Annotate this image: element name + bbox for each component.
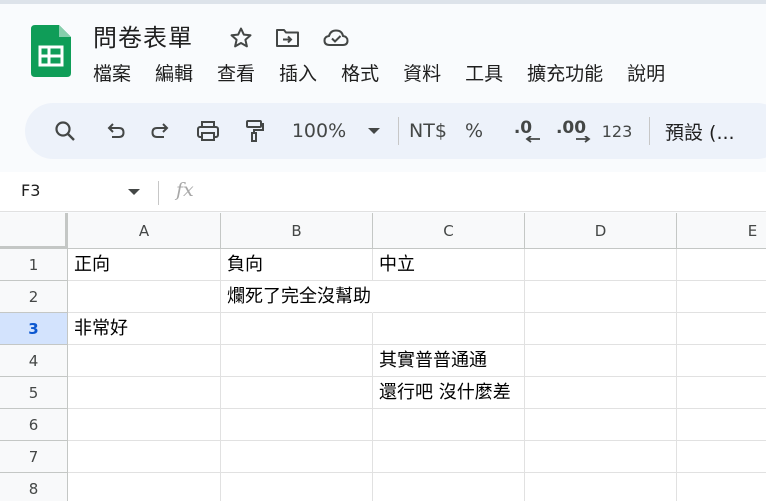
menu-format[interactable]: 格式 [341, 60, 379, 88]
zoom-select[interactable]: 100% [287, 103, 351, 159]
cell-a4[interactable] [68, 345, 221, 377]
cell-c2[interactable] [373, 281, 525, 313]
cell-a8[interactable] [68, 473, 221, 501]
cell-c7[interactable] [373, 441, 525, 473]
column-header-a[interactable]: A [68, 213, 221, 249]
menu-edit[interactable]: 編輯 [155, 60, 193, 88]
redo-icon[interactable] [145, 103, 177, 159]
row-header-5[interactable]: 5 [0, 377, 68, 409]
cell-e2[interactable] [677, 281, 766, 313]
arrow-left-icon [525, 136, 540, 143]
row-header-3[interactable]: 3 [0, 313, 68, 345]
cell-d1[interactable] [525, 249, 677, 281]
cell-b5[interactable] [221, 377, 373, 409]
move-to-folder-icon[interactable] [274, 24, 302, 52]
cell-e4[interactable] [677, 345, 766, 377]
cell-c3[interactable] [373, 313, 525, 345]
cell-a7[interactable] [68, 441, 221, 473]
font-family-select[interactable]: 預設 (... [665, 103, 749, 159]
toolbar-divider [649, 117, 650, 145]
row-header-6[interactable]: 6 [0, 409, 68, 441]
menu-extensions[interactable]: 擴充功能 [527, 60, 603, 88]
cell-e6[interactable] [677, 409, 766, 441]
cell-b6[interactable] [221, 409, 373, 441]
star-icon[interactable] [227, 24, 255, 52]
cell-d8[interactable] [525, 473, 677, 501]
cell-e8[interactable] [677, 473, 766, 501]
undo-icon[interactable] [99, 103, 131, 159]
row-header-1[interactable]: 1 [0, 249, 68, 281]
cell-d2[interactable] [525, 281, 677, 313]
name-box[interactable]: F3 [21, 181, 40, 200]
cell-c8[interactable] [373, 473, 525, 501]
cell-d4[interactable] [525, 345, 677, 377]
menu-data[interactable]: 資料 [403, 60, 441, 88]
cell-d6[interactable] [525, 409, 677, 441]
row-header-4[interactable]: 4 [0, 345, 68, 377]
top-border [0, 0, 766, 4]
currency-format-button[interactable]: NT$ [405, 103, 451, 159]
cell-c5[interactable]: 還行吧 沒什麼差 [373, 377, 525, 409]
chevron-down-icon[interactable] [128, 189, 140, 195]
print-icon[interactable] [192, 103, 224, 159]
number-format-button[interactable]: 123 [599, 103, 635, 159]
menu-view[interactable]: 查看 [217, 60, 255, 88]
cell-a5[interactable] [68, 377, 221, 409]
column-header-b[interactable]: B [221, 213, 373, 249]
menu-bar: 檔案 編輯 查看 插入 格式 資料 工具 擴充功能 說明 [93, 60, 689, 88]
row-header-2[interactable]: 2 [0, 281, 68, 313]
column-header-c[interactable]: C [373, 213, 525, 249]
column-header-e[interactable]: E [677, 213, 766, 249]
spreadsheet-grid: A B C D E 1 2 3 4 5 6 7 8 正向 負向 中立 爛死了完全… [0, 213, 766, 501]
cell-b2-text: 爛死了完全沒幫助 [227, 286, 371, 307]
cell-e7[interactable] [677, 441, 766, 473]
cell-c1[interactable]: 中立 [373, 249, 525, 281]
zoom-value: 100% [291, 120, 347, 142]
arrow-right-icon [576, 136, 591, 143]
document-title[interactable]: 問卷表單 [93, 18, 193, 53]
cell-a3[interactable]: 非常好 [68, 313, 221, 345]
cell-c6[interactable] [373, 409, 525, 441]
menu-file[interactable]: 檔案 [93, 60, 131, 88]
formula-bar: F3 fx [0, 172, 766, 212]
formula-divider [158, 181, 159, 205]
menu-tools[interactable]: 工具 [465, 60, 503, 88]
cell-d3[interactable] [525, 313, 677, 345]
cell-a6[interactable] [68, 409, 221, 441]
cell-b3[interactable] [221, 313, 373, 345]
cloud-saved-icon[interactable] [322, 24, 350, 52]
column-header-d[interactable]: D [525, 213, 677, 249]
select-all-corner[interactable] [0, 213, 68, 249]
cell-c4[interactable]: 其實普普通通 [373, 345, 525, 377]
cell-a1[interactable]: 正向 [68, 249, 221, 281]
chevron-down-icon[interactable] [365, 103, 383, 159]
menu-insert[interactable]: 插入 [279, 60, 317, 88]
cell-b8[interactable] [221, 473, 373, 501]
cell-d5[interactable] [525, 377, 677, 409]
cell-b7[interactable] [221, 441, 373, 473]
cell-d7[interactable] [525, 441, 677, 473]
row-header-8[interactable]: 8 [0, 473, 68, 501]
search-menus-icon[interactable] [49, 103, 81, 159]
paint-format-icon[interactable] [238, 103, 270, 159]
cell-e3[interactable] [677, 313, 766, 345]
toolbar-divider [398, 117, 399, 145]
row-header-7[interactable]: 7 [0, 441, 68, 473]
toolbar: 100% NT$ % .0 .00 123 預設 (... [25, 103, 766, 159]
cell-b4[interactable] [221, 345, 373, 377]
cell-e5[interactable] [677, 377, 766, 409]
cell-b1[interactable]: 負向 [221, 249, 373, 281]
percent-format-button[interactable]: % [461, 103, 487, 159]
sheets-logo-icon[interactable] [31, 25, 71, 77]
menu-help[interactable]: 說明 [627, 60, 665, 88]
decrease-decimal-button[interactable]: .0 [505, 103, 541, 159]
cell-e1[interactable] [677, 249, 766, 281]
increase-decimal-button[interactable]: .00 [551, 103, 591, 159]
cell-a2[interactable] [68, 281, 221, 313]
function-icon: fx [176, 179, 194, 201]
